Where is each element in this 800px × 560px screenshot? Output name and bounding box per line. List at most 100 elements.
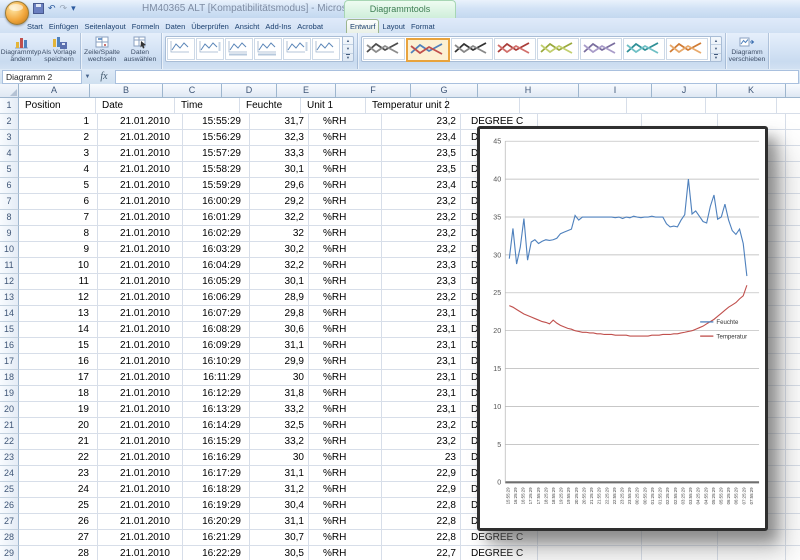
cell-K12[interactable] [786, 274, 800, 290]
row-header-24[interactable]: 24 [0, 466, 19, 482]
cell-K22[interactable] [786, 434, 800, 450]
cell-A12[interactable]: 11 [19, 274, 98, 290]
cell-K27[interactable] [786, 514, 800, 530]
cell-C19[interactable]: 16:12:29 [183, 386, 250, 402]
row-header-29[interactable]: 29 [0, 546, 19, 560]
redo-icon[interactable]: ↷ [60, 4, 68, 13]
cell-K19[interactable] [786, 386, 800, 402]
cell-B16[interactable]: 21.01.2010 [98, 338, 183, 354]
row-header-21[interactable]: 21 [0, 418, 19, 434]
row-header-23[interactable]: 23 [0, 450, 19, 466]
cell-E17[interactable]: %RH [309, 354, 382, 370]
cell-D28[interactable]: 30,7 [250, 530, 309, 546]
cell-C9[interactable]: 16:02:29 [183, 226, 250, 242]
cell-F7[interactable]: 23,2 [382, 194, 461, 210]
cell-D17[interactable]: 29,9 [250, 354, 309, 370]
tab-layout[interactable]: Layout [379, 20, 408, 33]
cell-D8[interactable]: 32,2 [250, 210, 309, 226]
cell-E11[interactable]: %RH [309, 258, 382, 274]
row-header-6[interactable]: 6 [0, 178, 19, 194]
cell-A2[interactable]: 1 [19, 114, 98, 130]
cell-E21[interactable]: %RH [309, 418, 382, 434]
row-header-28[interactable]: 28 [0, 530, 19, 546]
cell-D19[interactable]: 31,8 [250, 386, 309, 402]
cell-F6[interactable]: 23,4 [382, 178, 461, 194]
cell-K7[interactable] [786, 194, 800, 210]
row-header-12[interactable]: 12 [0, 274, 19, 290]
chart-style-8[interactable] [666, 38, 708, 60]
cell-A18[interactable]: 17 [19, 370, 98, 386]
cell-B1[interactable]: Date [96, 98, 175, 114]
tab-seitenlayout[interactable]: Seitenlayout [81, 20, 128, 33]
cell-J28[interactable] [718, 530, 786, 546]
cell-H1[interactable] [520, 98, 627, 114]
cell-D23[interactable]: 30 [250, 450, 309, 466]
cell-F21[interactable]: 23,2 [382, 418, 461, 434]
cell-C25[interactable]: 16:18:29 [183, 482, 250, 498]
row-header-26[interactable]: 26 [0, 498, 19, 514]
row-header-14[interactable]: 14 [0, 306, 19, 322]
cell-H28[interactable] [538, 530, 642, 546]
cell-B6[interactable]: 21.01.2010 [98, 178, 183, 194]
cell-I1[interactable] [627, 98, 706, 114]
cell-F26[interactable]: 22,8 [382, 498, 461, 514]
cell-E3[interactable]: %RH [309, 130, 382, 146]
cell-A4[interactable]: 3 [19, 146, 98, 162]
row-header-4[interactable]: 4 [0, 146, 19, 162]
cell-G28[interactable]: DEGREE C [461, 530, 538, 546]
cell-D11[interactable]: 32,2 [250, 258, 309, 274]
cell-A23[interactable]: 22 [19, 450, 98, 466]
cell-F23[interactable]: 23 [382, 450, 461, 466]
cell-K5[interactable] [786, 162, 800, 178]
chart-object[interactable]: 05101520253035404515:55:2916:25:2916:55:… [477, 126, 768, 531]
cell-A11[interactable]: 10 [19, 258, 98, 274]
cell-B20[interactable]: 21.01.2010 [98, 402, 183, 418]
cell-K29[interactable] [786, 546, 800, 560]
cell-D26[interactable]: 30,4 [250, 498, 309, 514]
row-header-8[interactable]: 8 [0, 210, 19, 226]
tab-formeln[interactable]: Formeln [129, 20, 163, 33]
cell-B10[interactable]: 21.01.2010 [98, 242, 183, 258]
cell-K28[interactable] [786, 530, 800, 546]
cell-A22[interactable]: 21 [19, 434, 98, 450]
styles-gallery-scrollbar[interactable] [711, 36, 722, 62]
row-header-25[interactable]: 25 [0, 482, 19, 498]
select-data-button[interactable]: Daten auswählen [122, 34, 158, 65]
save-icon[interactable] [33, 3, 44, 14]
cell-K1[interactable] [777, 98, 800, 114]
cell-E16[interactable]: %RH [309, 338, 382, 354]
cell-A10[interactable]: 9 [19, 242, 98, 258]
cell-D6[interactable]: 29,6 [250, 178, 309, 194]
cell-E24[interactable]: %RH [309, 466, 382, 482]
cell-A14[interactable]: 13 [19, 306, 98, 322]
row-header-3[interactable]: 3 [0, 130, 19, 146]
cell-F1[interactable]: Temperatur unit 2 [366, 98, 447, 114]
cell-C18[interactable]: 16:11:29 [183, 370, 250, 386]
cell-E14[interactable]: %RH [309, 306, 382, 322]
chart-style-6[interactable] [580, 38, 622, 60]
column-header-h[interactable]: H [478, 84, 579, 98]
cell-E6[interactable]: %RH [309, 178, 382, 194]
chart-style-3[interactable] [451, 38, 493, 60]
cell-A24[interactable]: 23 [19, 466, 98, 482]
cell-C6[interactable]: 15:59:29 [183, 178, 250, 194]
cell-D21[interactable]: 32,5 [250, 418, 309, 434]
cell-A1[interactable]: Position [19, 98, 96, 114]
cell-B28[interactable]: 21.01.2010 [98, 530, 183, 546]
cell-C21[interactable]: 16:14:29 [183, 418, 250, 434]
row-header-2[interactable]: 2 [0, 114, 19, 130]
cell-K20[interactable] [786, 402, 800, 418]
cell-E5[interactable]: %RH [309, 162, 382, 178]
cell-K9[interactable] [786, 226, 800, 242]
cell-F29[interactable]: 22,7 [382, 546, 461, 560]
cell-A15[interactable]: 14 [19, 322, 98, 338]
cell-D15[interactable]: 30,6 [250, 322, 309, 338]
column-header-j[interactable]: J [652, 84, 717, 98]
cell-A27[interactable]: 26 [19, 514, 98, 530]
row-header-7[interactable]: 7 [0, 194, 19, 210]
cell-F9[interactable]: 23,2 [382, 226, 461, 242]
cell-F19[interactable]: 23,1 [382, 386, 461, 402]
cell-E1[interactable]: Unit 1 [301, 98, 366, 114]
gallery-down-icon[interactable] [343, 45, 353, 53]
tab-einf-gen[interactable]: Einfügen [46, 20, 82, 33]
